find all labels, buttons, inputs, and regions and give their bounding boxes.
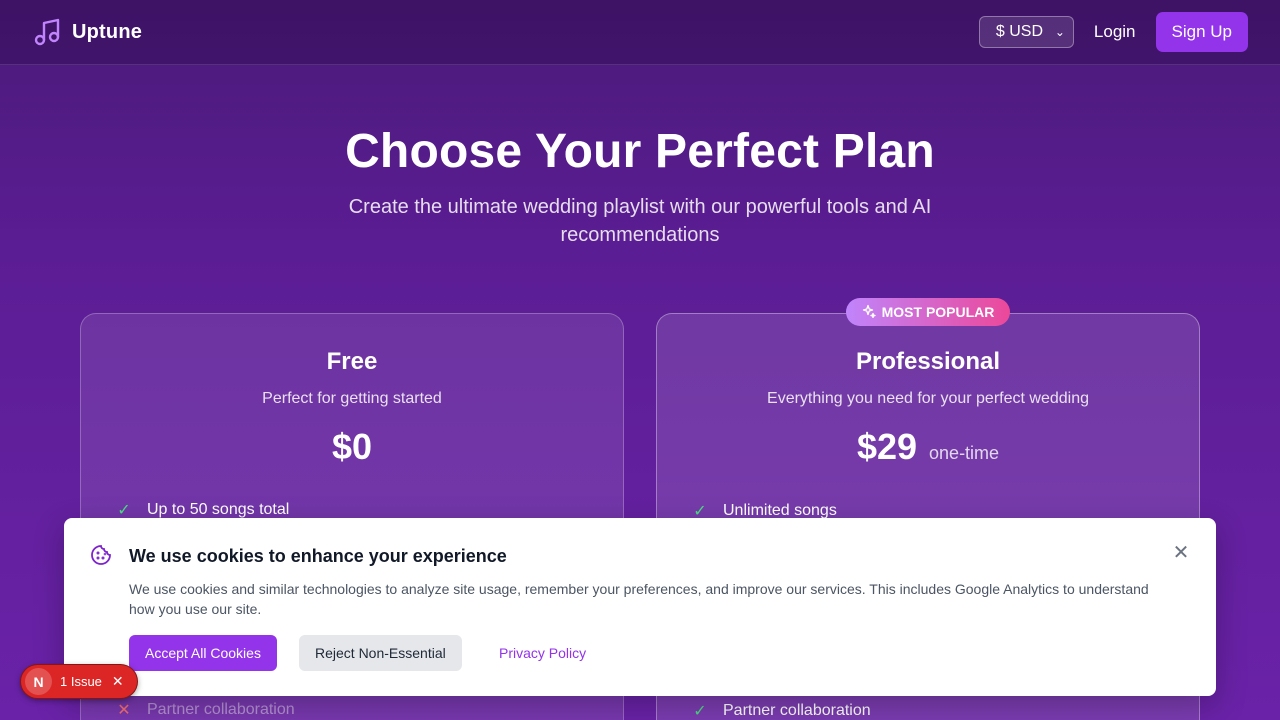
cookie-title: We use cookies to enhance your experienc… <box>129 546 507 566</box>
brand-name: Uptune <box>72 20 143 43</box>
plan-price: $29 one-time <box>657 426 1199 468</box>
login-link[interactable]: Login <box>1090 22 1140 42</box>
price-value: $0 <box>331 426 373 467</box>
feature-label: Up to 50 songs total <box>147 501 290 518</box>
most-popular-badge: MOST POPULAR <box>846 298 1010 326</box>
cookie-icon <box>90 544 112 566</box>
price-period: one-time <box>929 443 1000 463</box>
issue-logo: N <box>25 668 52 695</box>
x-icon: ✕ <box>117 702 131 719</box>
feature-item: ✓ Up to 50 songs total <box>115 500 289 520</box>
reject-cookies-button[interactable]: Reject Non-Essential <box>299 635 462 671</box>
feature-label: Partner collaboration <box>723 702 871 719</box>
sparkles-icon <box>862 304 876 321</box>
chevron-down-icon: ⌄ <box>1054 25 1065 39</box>
plan-name: Professional <box>855 348 1001 375</box>
price-value: $29 <box>856 426 918 467</box>
issue-badge[interactable]: N 1 Issue ✕ <box>20 664 138 699</box>
feature-item: ✕ Partner collaboration <box>115 700 295 720</box>
top-nav: Uptune $ USD ⌄ Login Sign Up <box>0 0 1280 65</box>
currency-select[interactable]: $ USD ⌄ <box>978 16 1074 48</box>
accept-cookies-button[interactable]: Accept All Cookies <box>129 635 277 671</box>
cookie-banner: We use cookies to enhance your experienc… <box>64 518 1216 696</box>
page-title: Choose Your Perfect Plan <box>345 125 935 178</box>
plan-description: Perfect for getting started <box>262 390 442 407</box>
check-icon: ✓ <box>693 703 707 720</box>
plan-name: Free <box>326 348 378 375</box>
plan-description: Everything you need for your perfect wed… <box>767 390 1089 407</box>
brand[interactable]: Uptune <box>32 16 142 48</box>
signup-button[interactable]: Sign Up <box>1155 12 1248 52</box>
music-note-icon <box>32 16 64 48</box>
cookie-text: We use cookies and similar technologies … <box>129 581 1149 617</box>
badge-label: MOST POPULAR <box>881 304 995 320</box>
issue-label: 1 Issue <box>60 674 102 689</box>
privacy-policy-link[interactable]: Privacy Policy <box>491 635 594 671</box>
currency-value: $ USD <box>995 23 1044 40</box>
feature-label: Partner collaboration <box>147 701 295 718</box>
page-subtitle: Create the ultimate wedding playlist wit… <box>348 196 932 246</box>
close-icon[interactable]: ✕ <box>1172 543 1190 563</box>
check-icon: ✓ <box>117 502 131 519</box>
close-icon[interactable]: ✕ <box>112 673 124 690</box>
feature-item: ✓ Partner collaboration <box>691 701 871 720</box>
plan-price: $0 <box>81 426 623 468</box>
